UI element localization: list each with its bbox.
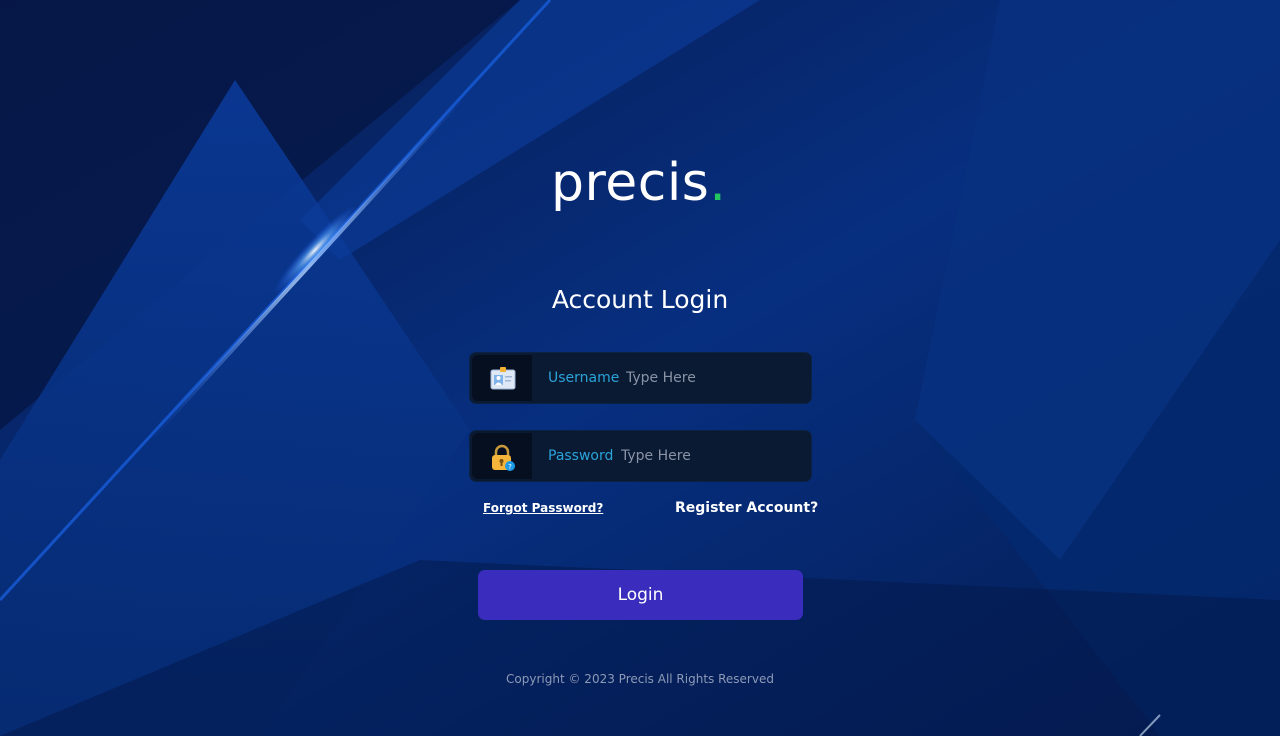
logo-dot: . xyxy=(709,153,727,213)
svg-text:?: ? xyxy=(508,463,512,471)
lock-icon: ? xyxy=(472,433,532,479)
page-title: Account Login xyxy=(551,285,729,314)
username-field: Username xyxy=(469,352,812,404)
forgot-password-link[interactable]: Forgot Password? xyxy=(483,499,603,517)
id-card-icon xyxy=(472,355,532,401)
precis-logo: precis. xyxy=(551,148,731,218)
password-label: Password xyxy=(548,448,614,464)
login-button[interactable]: Login xyxy=(478,570,803,620)
username-input[interactable] xyxy=(626,364,806,392)
password-field: ? Password xyxy=(469,430,812,482)
username-label: Username xyxy=(548,370,620,386)
password-input[interactable] xyxy=(621,442,801,470)
copyright-text: Copyright © 2023 Precis All Rights Reser… xyxy=(506,672,774,686)
register-account-link[interactable]: Register Account? xyxy=(675,498,818,518)
logo-text: precis xyxy=(551,153,710,213)
